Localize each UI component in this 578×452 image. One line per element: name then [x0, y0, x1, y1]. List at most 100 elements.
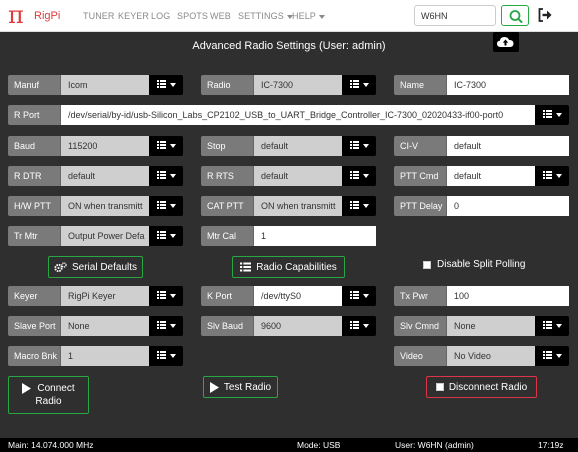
stop-dropdown-button[interactable]: [342, 136, 376, 156]
chevron-down-icon: [169, 294, 176, 298]
nav-tuner[interactable]: TUNER: [83, 11, 115, 21]
search-button[interactable]: [501, 5, 529, 26]
test-radio-button[interactable]: Test Radio: [203, 376, 278, 398]
nav-settings[interactable]: SETTINGS: [238, 11, 293, 21]
page-title: Advanced Radio Settings (User: admin): [192, 40, 386, 52]
rdtr-label: R DTR: [8, 166, 61, 186]
keyer-dropdown-button[interactable]: [149, 286, 183, 306]
list-icon: [542, 350, 552, 362]
list-icon: [349, 79, 359, 91]
macrobnk-value: 1: [61, 346, 149, 366]
list-icon: [156, 200, 166, 212]
nav-keyer[interactable]: KEYER: [118, 11, 149, 21]
rport-group: R Port /dev/serial/by-id/usb-Silicon_Lab…: [8, 105, 569, 125]
keyer-value: RigPi Keyer: [61, 286, 149, 306]
nav-spots[interactable]: SPOTS: [177, 11, 208, 21]
slvcmnd-group: Slv Cmnd None: [394, 316, 569, 336]
kport-dropdown-button[interactable]: [342, 286, 376, 306]
disable-split-polling-toggle[interactable]: Disable Split Polling: [423, 259, 525, 270]
manuf-dropdown-button[interactable]: [149, 75, 183, 95]
pttcmd-label: PTT Cmd: [394, 166, 447, 186]
trmtr-label: Tr Mtr: [8, 226, 61, 246]
slvcmnd-dropdown-button[interactable]: [535, 316, 569, 336]
keyer-group: Keyer RigPi Keyer: [8, 286, 183, 306]
play-icon: [22, 383, 32, 394]
stop-icon: [435, 383, 444, 391]
pttcmd-group: PTT Cmd default: [394, 166, 569, 186]
rdtr-dropdown-button[interactable]: [149, 166, 183, 186]
list-icon: [240, 262, 252, 272]
rdtr-value: default: [61, 166, 149, 186]
rport-dropdown-button[interactable]: [535, 105, 569, 125]
kport-value: /dev/ttyS0: [254, 286, 342, 306]
kport-group: K Port /dev/ttyS0: [201, 286, 376, 306]
slvbaud-group: Slv Baud 9600: [201, 316, 376, 336]
macrobnk-dropdown-button[interactable]: [149, 346, 183, 366]
mtrcal-input[interactable]: 1: [254, 226, 376, 246]
video-group: Video No Video: [394, 346, 569, 366]
checkbox-icon[interactable]: [423, 260, 431, 269]
baud-value: 115200: [61, 136, 149, 156]
list-icon: [349, 140, 359, 152]
video-dropdown-button[interactable]: [535, 346, 569, 366]
catptt-dropdown-button[interactable]: [342, 196, 376, 216]
brand-logo-icon[interactable]: π: [8, 2, 24, 28]
chevron-down-icon: [362, 83, 369, 87]
catptt-value: ON when transmitt: [254, 196, 342, 216]
chevron-down-icon: [555, 113, 562, 117]
radio-value: IC-7300: [254, 75, 342, 95]
hwptt-dropdown-button[interactable]: [149, 196, 183, 216]
upload-button[interactable]: [493, 32, 519, 52]
radio-capabilities-button[interactable]: Radio Capabilities: [232, 256, 345, 278]
baud-group: Baud 115200: [8, 136, 183, 156]
manuf-value: Icom: [61, 75, 149, 95]
civ-input[interactable]: default: [447, 136, 569, 156]
chevron-down-icon: [169, 324, 176, 328]
search-icon: [509, 10, 523, 23]
rrts-dropdown-button[interactable]: [342, 166, 376, 186]
rrts-group: R RTS default: [201, 166, 376, 186]
stop-group: Stop default: [201, 136, 376, 156]
stop-label: Stop: [201, 136, 254, 156]
radio-dropdown-button[interactable]: [342, 75, 376, 95]
nav-help[interactable]: HELP: [292, 11, 325, 21]
baud-label: Baud: [8, 136, 61, 156]
radio-capabilities-label: Radio Capabilities: [256, 261, 337, 273]
callsign-input[interactable]: [414, 5, 496, 26]
nav-web[interactable]: WEB: [210, 11, 231, 21]
logout-button[interactable]: [538, 7, 552, 23]
slaveport-dropdown-button[interactable]: [149, 316, 183, 336]
list-icon: [349, 320, 359, 332]
catptt-group: CAT PTT ON when transmitt: [201, 196, 376, 216]
name-group: Name IC-7300: [394, 75, 569, 95]
serial-defaults-button[interactable]: Serial Defaults: [48, 256, 143, 278]
txpwr-group: Tx Pwr 100: [394, 286, 569, 306]
slvbaud-dropdown-button[interactable]: [342, 316, 376, 336]
mtrcal-label: Mtr Cal: [201, 226, 254, 246]
pttdelay-input[interactable]: 0: [447, 196, 569, 216]
brand-name[interactable]: RigPi: [34, 10, 60, 22]
radio-group: Radio IC-7300: [201, 75, 376, 95]
chevron-down-icon: [169, 204, 176, 208]
mtrcal-group: Mtr Cal 1: [201, 226, 376, 246]
status-time: 17:19z: [538, 440, 564, 450]
list-icon: [542, 109, 552, 121]
stop-value: default: [254, 136, 342, 156]
trmtr-dropdown-button[interactable]: [149, 226, 183, 246]
connect-radio-button[interactable]: Connect Radio: [8, 376, 89, 414]
serial-defaults-label: Serial Defaults: [71, 261, 138, 273]
pttcmd-dropdown-button[interactable]: [535, 166, 569, 186]
radio-label: Radio: [201, 75, 254, 95]
disconnect-radio-button[interactable]: Disconnect Radio: [426, 376, 537, 398]
play-icon: [209, 381, 219, 393]
status-bar: Main: 14.074.000 MHz Mode: USB User: W6H…: [0, 438, 578, 452]
connect-radio-label-line2: Radio: [35, 396, 62, 407]
name-input[interactable]: IC-7300: [447, 75, 569, 95]
nav-log[interactable]: LOG: [151, 11, 170, 21]
txpwr-input[interactable]: 100: [447, 286, 569, 306]
baud-dropdown-button[interactable]: [149, 136, 183, 156]
rrts-label: R RTS: [201, 166, 254, 186]
chevron-down-icon: [555, 354, 562, 358]
list-icon: [156, 350, 166, 362]
navbar: π RigPi TUNER KEYER LOG SPOTS WEB SETTIN…: [0, 0, 578, 32]
